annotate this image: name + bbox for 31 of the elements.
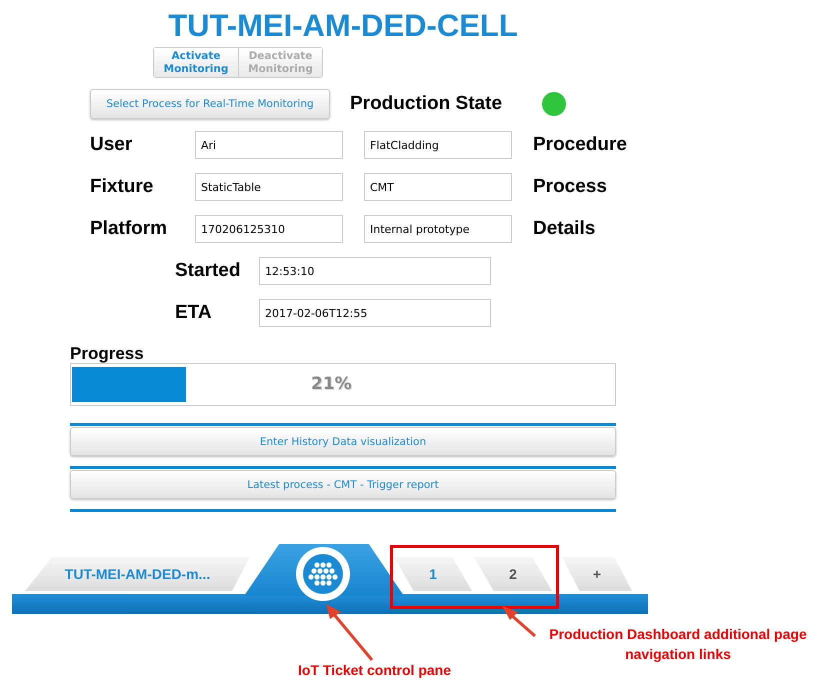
text-field[interactable]: 170206125310: [195, 215, 343, 243]
monitoring-toggle-button[interactable]: Activate Monitoring: [154, 48, 238, 77]
field-label: Fixture: [90, 176, 154, 198]
select-process-button[interactable]: Select Process for Real-Time Monitoring: [90, 89, 330, 119]
field-label: Procedure: [533, 134, 627, 156]
page-title: TUT-MEI-AM-DED-CELL: [168, 8, 518, 44]
callout-arrow: [502, 606, 536, 638]
field-label: ETA: [175, 302, 213, 324]
field-label: Details: [533, 218, 596, 240]
field-label: Started: [175, 260, 242, 282]
field-label: Platform: [90, 218, 168, 240]
annotation-text: Production Dashboard additional page navigation links: [548, 625, 808, 664]
action-button[interactable]: Enter History Data visualization: [70, 427, 616, 456]
production-state-label: Production State: [350, 93, 502, 115]
callout-arrow: [326, 604, 374, 661]
text-field[interactable]: Ari: [195, 131, 343, 159]
text-field[interactable]: 12:53:10: [259, 257, 491, 285]
field-label: Process: [533, 176, 608, 198]
page-tab[interactable]: 2: [474, 557, 552, 591]
text-field[interactable]: StaticTable: [195, 173, 343, 201]
text-field[interactable]: CMT: [364, 173, 512, 201]
action-button[interactable]: Latest process - CMT - Trigger report: [70, 470, 616, 499]
text-field[interactable]: 2017-02-06T12:55: [259, 299, 491, 327]
annotation-text: IoT Ticket control pane: [298, 662, 451, 678]
text-field[interactable]: FlatCladding: [364, 131, 512, 159]
field-label: User: [90, 134, 134, 156]
progress-reading: 21%: [311, 374, 352, 394]
control-pane-icon[interactable]: [295, 546, 351, 602]
page-tab[interactable]: +: [562, 557, 632, 591]
progress-label: Progress: [70, 345, 145, 363]
text-field[interactable]: Internal prototype: [364, 215, 512, 243]
